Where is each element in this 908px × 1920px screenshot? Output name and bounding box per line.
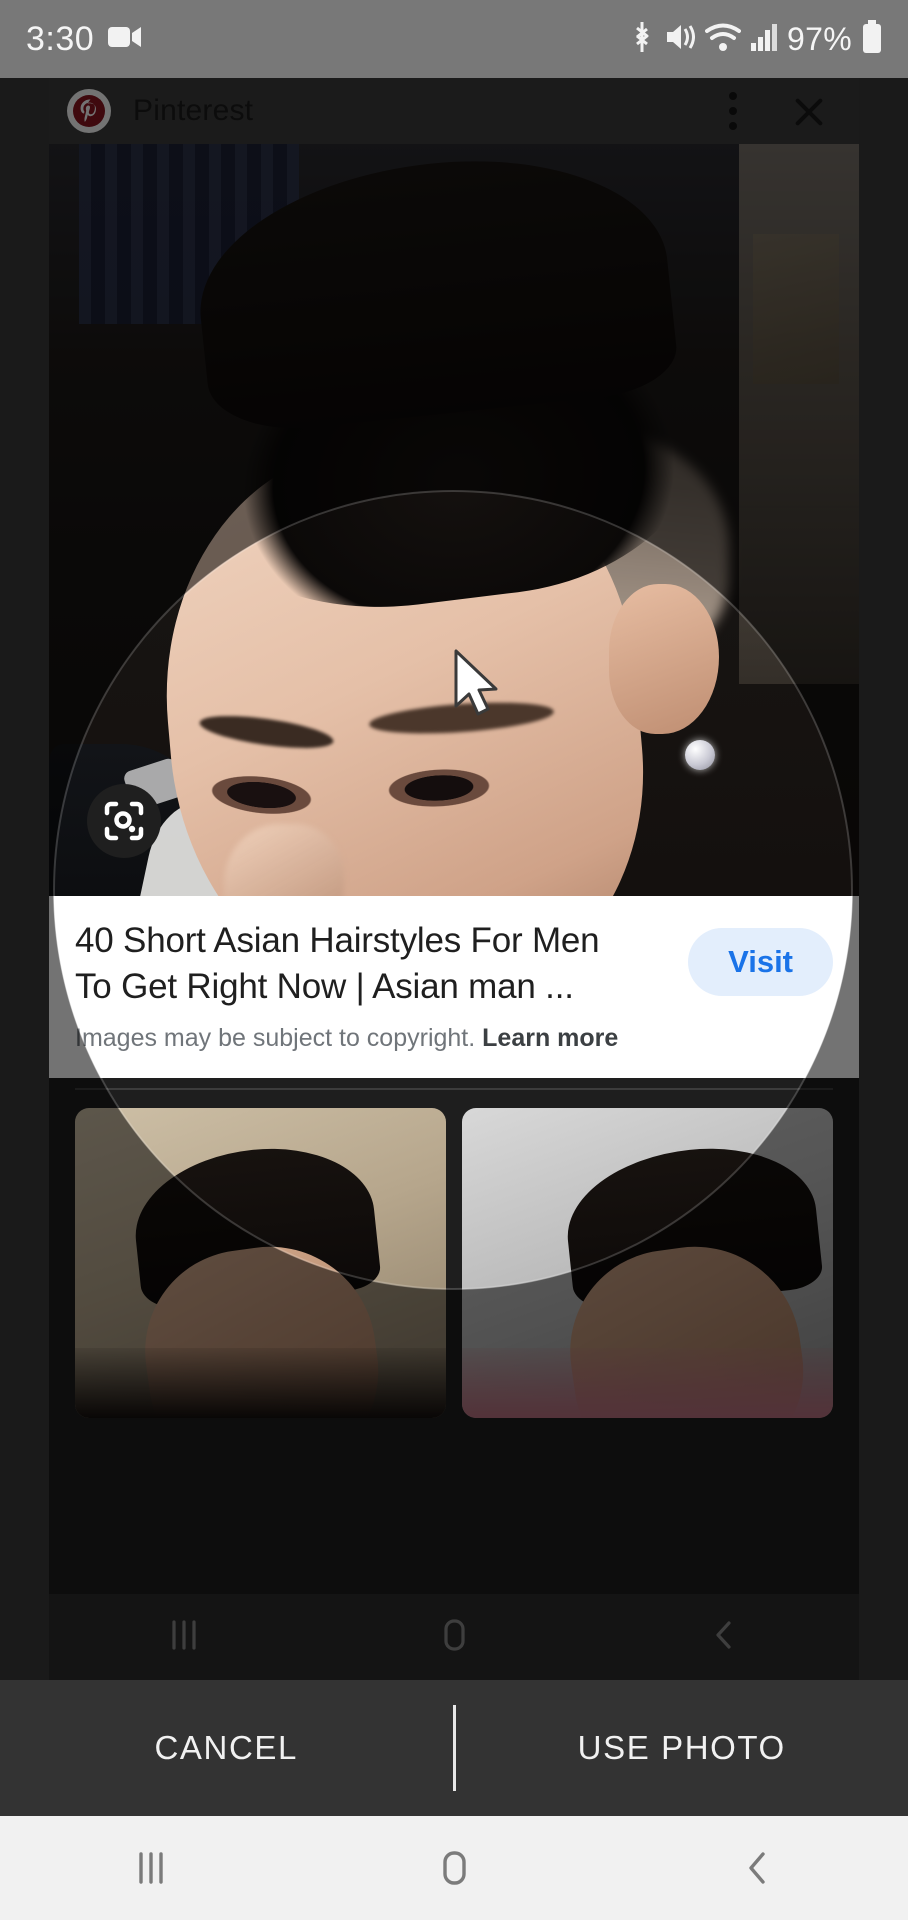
photo-earring — [685, 740, 715, 770]
google-lens-icon[interactable] — [87, 784, 161, 858]
copyright-notice: Images may be subject to copyright. Lear… — [75, 1024, 833, 1053]
mute-vibrate-icon — [665, 21, 696, 58]
status-bar: 3:30 97% — [0, 0, 908, 78]
visit-button[interactable]: Visit — [688, 928, 833, 996]
system-recents-button[interactable] — [91, 1846, 211, 1890]
back-icon — [702, 1616, 746, 1659]
system-back-button[interactable] — [697, 1846, 817, 1890]
header-actions — [729, 89, 841, 133]
status-bar-left: 3:30 — [26, 20, 142, 59]
cancel-button[interactable]: CANCEL — [0, 1729, 453, 1767]
bluetooth-icon — [629, 20, 655, 59]
result-info-card: 40 Short Asian Hairstyles For Men To Get… — [49, 896, 859, 1078]
source-name-label: Pinterest — [133, 94, 254, 127]
copyright-text: Images may be subject to copyright. — [75, 1024, 476, 1052]
wifi-icon — [705, 22, 742, 57]
related-image-thumbnail[interactable] — [462, 1108, 833, 1418]
image-source-header: Pinterest — [49, 78, 859, 144]
result-image[interactable] — [49, 144, 859, 896]
home-icon — [432, 1616, 476, 1659]
recents-icon — [162, 1616, 206, 1659]
status-clock: 3:30 — [26, 19, 95, 58]
thumb-shoulder — [75, 1348, 446, 1418]
battery-icon — [862, 19, 882, 59]
learn-more-link[interactable]: Learn more — [482, 1024, 618, 1052]
use-photo-button[interactable]: USE PHOTO — [456, 1729, 908, 1767]
overflow-menu-icon[interactable] — [729, 92, 737, 130]
close-icon[interactable] — [787, 89, 831, 133]
source-screenshot: Pinterest 40 Short Asian Hairstyles For … — [49, 78, 859, 1680]
pinterest-logo-icon — [67, 89, 111, 133]
video-recording-icon — [108, 24, 142, 55]
battery-percent-label: 97% — [787, 20, 852, 57]
related-images-grid — [75, 1108, 833, 1418]
result-title: 40 Short Asian Hairstyles For Men To Get… — [75, 921, 600, 1006]
crop-action-bar: CANCEL USE PHOTO — [0, 1680, 908, 1816]
photo-wall-right — [739, 144, 859, 684]
thumb-shoulder — [462, 1348, 833, 1418]
crop-stage[interactable]: Pinterest 40 Short Asian Hairstyles For … — [0, 78, 908, 1680]
cellular-signal-icon — [751, 23, 778, 56]
section-divider — [75, 1088, 833, 1090]
related-image-thumbnail[interactable] — [75, 1108, 446, 1418]
result-title-row: 40 Short Asian Hairstyles For Men To Get… — [75, 918, 833, 1010]
captured-navigation-bar — [49, 1594, 859, 1680]
system-navigation-bar — [0, 1816, 908, 1920]
status-bar-right: 97% — [629, 19, 882, 59]
system-home-button[interactable] — [394, 1846, 514, 1890]
